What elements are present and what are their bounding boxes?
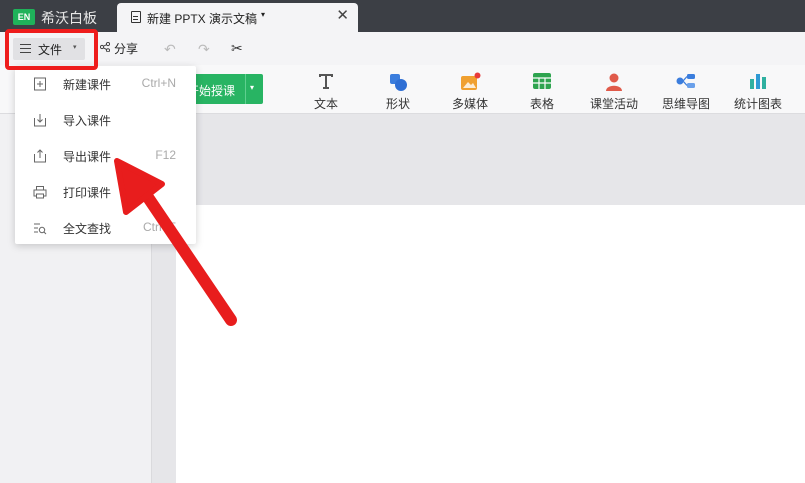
- app-title: 希沃白板: [41, 10, 97, 26]
- chevron-down-icon[interactable]: ▾: [250, 83, 254, 92]
- tool-shape-label: 形状: [385, 97, 410, 111]
- chart-icon: [750, 74, 766, 89]
- share-icon[interactable]: [100, 42, 110, 52]
- menu-item-label: 新建课件: [63, 78, 112, 92]
- tool-table[interactable]: 表格: [510, 69, 574, 111]
- search-text-icon: [34, 223, 47, 235]
- tool-chart-label: 统计图表: [733, 97, 782, 111]
- tab-document-label: 新建 PPTX 演示文稿: [147, 12, 258, 26]
- redo-icon[interactable]: ↷: [198, 41, 210, 58]
- menu-item-print[interactable]: 打印课件: [15, 174, 196, 210]
- tool-chart[interactable]: 统计图表: [726, 69, 790, 111]
- tool-text-label: 文本: [313, 97, 338, 111]
- menu-item-shortcut: F12: [155, 148, 176, 162]
- share-button[interactable]: 分享: [114, 40, 138, 57]
- undo-icon[interactable]: ↶: [164, 41, 176, 58]
- text-icon: [319, 74, 333, 89]
- import-icon: [34, 114, 46, 127]
- menu-item-label: 全文查找: [63, 222, 112, 236]
- menu-item-shortcut: Ctrl+N: [141, 76, 176, 90]
- document-icon: [131, 11, 141, 23]
- app-logo: EN: [13, 9, 35, 25]
- export-icon: [34, 149, 46, 163]
- new-file-icon: [34, 77, 46, 91]
- menu-item-label: 打印课件: [63, 186, 112, 200]
- table-icon: [533, 73, 551, 89]
- close-tab-icon[interactable]: ✕: [336, 8, 349, 24]
- tool-activity-label: 课堂活动: [589, 97, 638, 111]
- tool-mindmap[interactable]: 思维导图: [654, 69, 718, 111]
- menu-item-import[interactable]: 导入课件: [15, 102, 196, 138]
- print-icon: [33, 186, 47, 199]
- tool-text[interactable]: 文本: [294, 69, 358, 111]
- mindmap-icon: [676, 74, 695, 88]
- tool-media-label: 多媒体: [451, 97, 488, 111]
- menu-item-find[interactable]: 全文查找 Ctrl+F: [15, 210, 196, 246]
- tool-mindmap-label: 思维导图: [661, 97, 710, 111]
- menu-item-label: 导出课件: [63, 150, 112, 164]
- slide-canvas[interactable]: [176, 205, 805, 483]
- menu-item-export[interactable]: 导出课件 F12: [15, 138, 196, 174]
- tab-document[interactable]: 新建 PPTX 演示文稿 ▾ ✕: [117, 3, 358, 32]
- cut-icon[interactable]: ✂: [231, 40, 243, 57]
- menu-item-new[interactable]: 新建课件 Ctrl+N: [15, 66, 196, 102]
- tool-shape[interactable]: 形状: [366, 69, 430, 111]
- menu-item-label: 导入课件: [63, 114, 112, 128]
- tool-table-label: 表格: [529, 97, 554, 111]
- shape-icon: [390, 74, 407, 91]
- file-dropdown-menu: 新建课件 Ctrl+N 导入课件 导出课件 F12 打印课件 全文查找 Ctrl…: [15, 66, 196, 244]
- chevron-down-icon[interactable]: ▾: [261, 10, 265, 19]
- divider: [245, 74, 246, 104]
- highlight-box: [5, 29, 98, 70]
- tool-media[interactable]: 多媒体: [438, 69, 502, 111]
- tool-activity[interactable]: 课堂活动: [582, 69, 646, 111]
- media-icon: [461, 72, 481, 90]
- activity-icon: [606, 73, 622, 91]
- menu-item-shortcut: Ctrl+F: [143, 220, 176, 234]
- title-bar: EN 希沃白板 新建 PPTX 演示文稿 ▾ ✕: [0, 0, 805, 32]
